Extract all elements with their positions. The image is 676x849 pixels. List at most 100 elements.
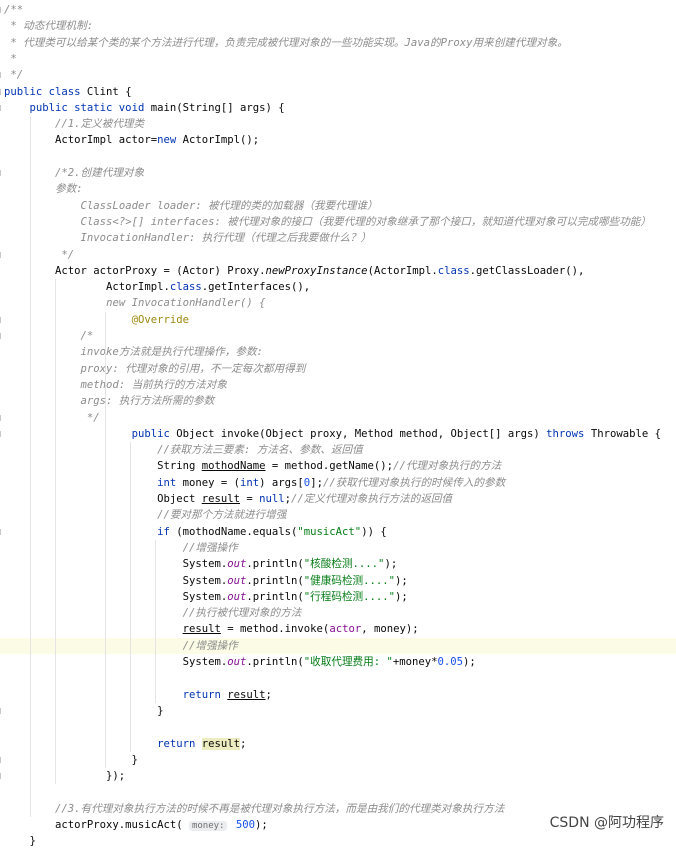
code-line[interactable]: Class<?>[] interfaces: 被代理对象的接口（我要代理的对象继… [0,214,676,230]
code-line[interactable]: /** [0,2,676,18]
code-token: (ActorImpl. [367,264,438,277]
watermark: CSDN @阿功程序 [549,815,664,831]
code-line[interactable]: new InvocationHandler() { [0,295,676,311]
code-line[interactable] [0,784,676,800]
code-line[interactable]: public static void main(String[] args) { [0,100,676,116]
code-text: //获取方法三要素: 方法名、参数、返回值 [4,442,363,458]
code-line[interactable]: System.out.println("收取代理费用: "+money*0.05… [0,654,676,670]
code-line[interactable] [0,670,676,686]
code-line[interactable] [0,149,676,165]
code-text: if (mothodName.equals("musicAct")) { [4,524,387,540]
code-token-string-literal: "收取代理费用: " [303,656,393,668]
code-line[interactable]: } [0,833,676,849]
code-token-comment: //获取方法三要素: 方法名、参数、返回值 [157,444,363,457]
code-token: ; [265,688,272,701]
code-line[interactable]: * 代理类可以给某个类的某个方法进行代理，负责完成被代理对象的一些功能实现。Ja… [0,35,676,51]
code-line[interactable]: * [0,51,676,67]
code-editor[interactable]: /** * 动态代理机制: * 代理类可以给某个类的某个方法进行代理，负责完成被… [0,0,676,847]
code-text: result = method.invoke(actor, money); [4,621,419,637]
code-token-string-literal: "musicAct" [297,525,362,538]
code-line[interactable]: //执行被代理对象的方法 [0,605,676,621]
code-token-keyword: new [157,134,183,147]
code-line[interactable]: @Override [0,312,676,328]
code-line[interactable]: return result; [0,687,676,703]
code-token: .println( [246,558,304,571]
code-token-number-literal: 500 [235,819,256,831]
code-token: ); [384,558,398,571]
code-token-string-literal: "健康码检测...." [303,574,396,587]
code-line[interactable] [0,719,676,735]
code-token-comment: args: 执行方法所需的参数 [80,395,215,408]
code-line[interactable]: int money = (int) args[0];//获取代理对象执行的时候传… [0,475,676,491]
code-line[interactable]: System.out.println("行程码检测...."); [0,589,676,605]
code-line[interactable]: 参数: [0,181,676,197]
code-token: .println( [246,656,304,668]
code-line[interactable]: ActorImpl.class.getInterfaces(), [0,279,676,295]
code-line[interactable]: Actor actorProxy = (Actor) Proxy.newProx… [0,263,676,279]
code-line[interactable]: //要对那个方法就进行增强 [0,507,676,523]
code-line[interactable]: //获取方法三要素: 方法名、参数、返回值 [0,442,676,458]
code-line[interactable]: InvocationHandler: 执行代理（代理之后我要做什么？） [0,230,676,246]
code-line[interactable]: Object result = null;//定义代理对象执行方法的返回值 [0,491,676,507]
code-token-keyword: int [240,476,260,489]
code-text: return result; [4,736,246,752]
code-line[interactable]: */ [0,247,676,263]
code-line[interactable]: if (mothodName.equals("musicAct")) { [0,524,676,540]
code-line[interactable]: return result; [0,736,676,752]
code-line[interactable]: }); [0,768,676,784]
code-line[interactable]: public class Clint { [0,84,676,100]
code-line[interactable]: String mothodName = method.getName();//代… [0,458,676,474]
code-token-parameter-hint: money: [188,821,228,831]
code-text: public Object invoke(Object proxy, Metho… [4,426,661,442]
code-line[interactable]: invoke方法就是执行代理操作，参数: [0,344,676,360]
code-token: ); [463,656,476,668]
code-text: //增强操作 [4,540,238,556]
indent-guide [105,311,106,769]
code-line[interactable]: /*2.创建代理对象 [0,165,676,181]
code-text: */ [4,410,100,426]
code-line[interactable]: System.out.println("健康码检测...."); [0,573,676,589]
code-line[interactable]: ActorImpl actor=new ActorImpl(); [0,132,676,148]
code-token: .println( [246,574,304,587]
code-token-string-literal: "核酸检测...." [303,558,385,571]
code-line[interactable]: */ [0,67,676,83]
code-text: //3.有代理对象执行方法的时候不再是被代理对象执行方法，而是由我们的代理类对象… [4,801,504,817]
code-line[interactable]: method: 当前执行的方法对象 [0,377,676,393]
code-line[interactable]: * 动态代理机制: [0,18,676,34]
code-line[interactable]: } [0,703,676,719]
code-line[interactable]: /* [0,328,676,344]
code-token-keyword: return [182,688,228,701]
code-line[interactable]: //1.定义被代理类 [0,116,676,132]
code-token-keyword: class [169,281,202,294]
code-token: (mothodName.equals( [176,525,298,538]
code-text: new InvocationHandler() { [4,295,265,311]
code-text: ClassLoader loader: 被代理的类的加载器（我要代理谁） [4,198,378,214]
code-text: System.out.println("健康码检测...."); [4,573,408,589]
code-line[interactable]: //增强操作 [0,637,676,654]
code-text: } [4,703,163,719]
code-line[interactable]: args: 执行方法所需的参数 [0,393,676,409]
code-token: System. [4,656,228,668]
code-token-field-ref: actor [329,623,362,636]
code-token: Clint { [86,85,132,98]
code-token: ActorImpl actor= [4,134,158,147]
code-line[interactable]: result = method.invoke(actor, money); [0,621,676,637]
code-line[interactable]: */ [0,410,676,426]
code-token: = method.invoke( [220,623,330,636]
code-line[interactable]: ClassLoader loader: 被代理的类的加载器（我要代理谁） [0,198,676,214]
code-text: 参数: [4,181,83,197]
code-line[interactable]: proxy: 代理对象的引用，不一定每次都用得到 [0,361,676,377]
code-token-static-field: out [227,574,247,587]
code-token-highlighted-var: result [201,737,241,750]
code-line[interactable]: } [0,752,676,768]
code-line[interactable]: public Object invoke(Object proxy, Metho… [0,426,676,442]
code-line[interactable]: System.out.println("核酸检测...."); [0,556,676,572]
code-token-comment: * 代理类可以给某个类的某个方法进行代理，负责完成被代理对象的一些功能实现。Ja… [4,36,568,49]
code-line[interactable]: //增强操作 [0,540,676,556]
code-token-keyword: public [131,427,177,440]
